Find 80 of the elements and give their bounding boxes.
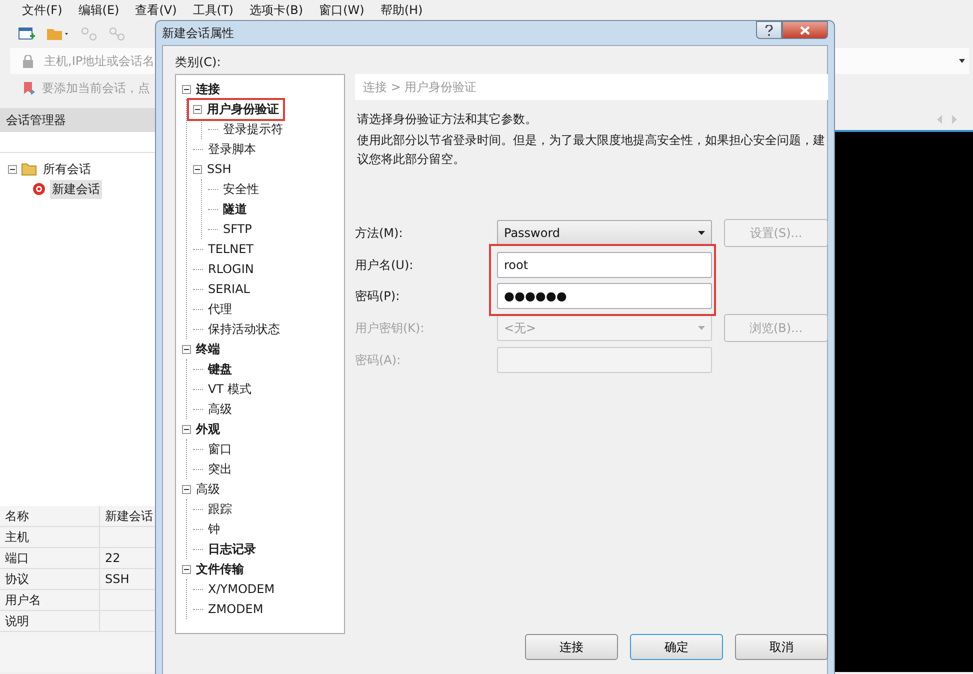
lock-icon bbox=[22, 54, 34, 68]
dropdown-icon[interactable] bbox=[959, 59, 965, 63]
intro-text: 请选择身份验证方法和其它参数。 bbox=[357, 111, 538, 128]
session-tree-item[interactable]: 新建会话 bbox=[50, 180, 102, 198]
tree-item[interactable]: SERIAL bbox=[206, 282, 252, 296]
dialog-button[interactable]: 确定 bbox=[630, 634, 723, 660]
property-name: 用户名 bbox=[0, 590, 100, 611]
menu-item[interactable]: 工具(T) bbox=[192, 2, 234, 18]
input-field[interactable]: root bbox=[497, 252, 712, 278]
collapse-icon[interactable] bbox=[182, 564, 191, 574]
tree-item[interactable]: 终端 bbox=[194, 340, 222, 358]
collapse-icon[interactable] bbox=[8, 164, 17, 174]
tree-item[interactable]: 用户身份验证 bbox=[205, 100, 281, 118]
input-field[interactable]: ●●●●●● bbox=[497, 283, 712, 309]
session-icon bbox=[30, 182, 46, 196]
close-icon bbox=[800, 26, 810, 34]
note-text: 使用此部分以节省登录时间。但是，为了最大限度地提高安全性，如果担心安全问题，建议您将此部分留空。 bbox=[357, 132, 826, 168]
tree-item[interactable]: 跟踪 bbox=[206, 500, 234, 518]
tree-item[interactable]: 钟 bbox=[206, 520, 222, 538]
window-title: 新建会话属性 bbox=[162, 24, 234, 42]
tree-item[interactable]: 突出 bbox=[206, 460, 234, 478]
dropdown-icon bbox=[698, 231, 705, 235]
tree-item[interactable]: SFTP bbox=[221, 222, 254, 236]
close-button[interactable] bbox=[782, 21, 828, 39]
property-name: 名称 bbox=[0, 506, 100, 527]
tree-item[interactable]: 外观 bbox=[194, 420, 222, 438]
method-dropdown[interactable]: Password bbox=[497, 220, 712, 246]
menu-item[interactable]: 选项卡(B) bbox=[250, 2, 304, 18]
property-name: 协议 bbox=[0, 569, 100, 590]
category-label: 类别(C): bbox=[175, 54, 222, 71]
tree-item[interactable]: 登录提示符 bbox=[221, 120, 285, 138]
dropdown-icon bbox=[698, 326, 705, 330]
collapse-icon[interactable] bbox=[182, 84, 191, 94]
collapse-icon[interactable] bbox=[182, 344, 191, 354]
tree-item[interactable]: TELNET bbox=[206, 242, 256, 256]
help-icon bbox=[765, 24, 773, 36]
session-tree-item[interactable]: 所有会话 bbox=[41, 160, 93, 178]
property-name: 说明 bbox=[0, 611, 100, 632]
menu-item[interactable]: 文件(F) bbox=[22, 2, 62, 18]
dialog-button[interactable]: 连接 bbox=[525, 634, 618, 660]
menu-item[interactable]: 窗口(W) bbox=[319, 2, 364, 18]
menu-item[interactable]: 编辑(E) bbox=[78, 2, 120, 18]
tree-item[interactable]: 窗口 bbox=[206, 440, 234, 458]
tree-item[interactable]: 文件传输 bbox=[194, 560, 246, 578]
help-button[interactable] bbox=[756, 21, 782, 39]
quick-connect-hint: 要添加当前会话，点 bbox=[42, 80, 150, 96]
tree-item[interactable]: RLOGIN bbox=[206, 262, 256, 276]
field-label: 方法(M): bbox=[355, 224, 404, 242]
tree-item[interactable]: SSH bbox=[205, 162, 234, 176]
field-label: 用户名(U): bbox=[355, 256, 414, 274]
tree-item[interactable]: 高级 bbox=[206, 400, 234, 418]
tree-item[interactable]: X/YMODEM bbox=[206, 582, 277, 596]
field-label: 用户密钥(K): bbox=[355, 320, 426, 336]
tree-item[interactable]: ZMODEM bbox=[206, 602, 266, 616]
tree-item[interactable]: 键盘 bbox=[206, 360, 234, 378]
field-label: 密码(P): bbox=[355, 288, 401, 304]
tree-item[interactable]: VT 模式 bbox=[206, 380, 254, 398]
panel-title: 会话管理器 bbox=[6, 112, 66, 128]
property-name: 主机 bbox=[0, 527, 100, 548]
tree-item[interactable]: 连接 bbox=[194, 80, 222, 98]
menu-item[interactable]: 帮助(H) bbox=[380, 2, 423, 18]
new-window-icon[interactable] bbox=[18, 26, 36, 42]
tree-item[interactable]: 代理 bbox=[206, 300, 234, 318]
breadcrumb: 连接 > 用户身份验证 bbox=[355, 74, 828, 100]
folder-icon bbox=[21, 162, 37, 176]
dialog-button[interactable]: 取消 bbox=[735, 634, 828, 660]
tree-item[interactable]: 安全性 bbox=[221, 180, 261, 198]
property-name: 端口 bbox=[0, 548, 100, 569]
field-label: 密码(A): bbox=[355, 352, 402, 368]
collapse-icon[interactable] bbox=[182, 424, 191, 434]
bookmark-icon bbox=[22, 81, 36, 95]
tree-item[interactable]: 保持活动状态 bbox=[206, 320, 282, 338]
collapse-icon[interactable] bbox=[193, 104, 202, 114]
tree-item[interactable]: 隧道 bbox=[221, 200, 249, 218]
collapse-icon[interactable] bbox=[182, 484, 191, 494]
tree-item[interactable]: 登录脚本 bbox=[206, 140, 258, 158]
tree-item[interactable]: 高级 bbox=[194, 480, 222, 498]
tree-item[interactable]: 日志记录 bbox=[206, 540, 258, 558]
menu-item[interactable]: 查看(V) bbox=[135, 2, 177, 18]
collapse-icon[interactable] bbox=[193, 164, 202, 174]
